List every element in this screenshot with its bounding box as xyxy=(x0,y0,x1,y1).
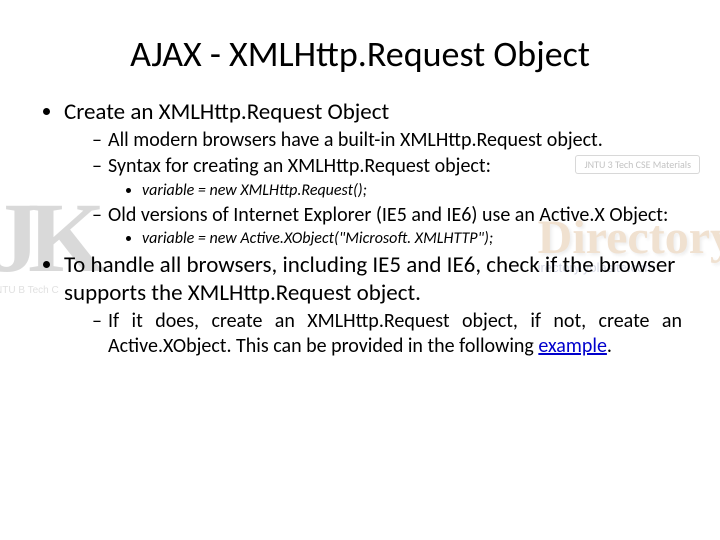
bullet-1-3-text: Old versions of Internet Explorer (IE5 a… xyxy=(108,203,668,227)
bullet-1-3: Old versions of Internet Explorer (IE5 a… xyxy=(92,203,682,249)
bullet-1-text: Create an XMLHttp.Request Object xyxy=(64,98,389,126)
bullet-2-sublist: If it does, create an XMLHttp.Request ob… xyxy=(64,309,682,358)
bullet-list-l1: Create an XMLHttp.Request Object All mod… xyxy=(38,98,682,358)
bullet-1-2: Syntax for creating an XMLHttp.Request o… xyxy=(92,154,682,200)
bullet-1-3-1: variable = new Active.XObject("Microsoft… xyxy=(142,229,682,249)
example-link[interactable]: example xyxy=(538,334,607,358)
bullet-2-text: To handle all browsers, including IE5 an… xyxy=(64,251,675,307)
bullet-1-2-text: Syntax for creating an XMLHttp.Request o… xyxy=(108,154,491,178)
bullet-1-2-1: variable = new XMLHttp.Request(); xyxy=(142,181,682,201)
bullet-2-1-post: . xyxy=(607,334,612,358)
bullet-1-sublist: All modern browsers have a built-in XMLH… xyxy=(64,128,682,249)
bullet-1-3-sublist: variable = new Active.XObject("Microsoft… xyxy=(108,229,682,249)
bullet-1: Create an XMLHttp.Request Object All mod… xyxy=(64,98,682,249)
bullet-1-2-sublist: variable = new XMLHttp.Request(); xyxy=(108,181,682,201)
bullet-2-1: If it does, create an XMLHttp.Request ob… xyxy=(92,309,682,358)
bullet-1-1: All modern browsers have a built-in XMLH… xyxy=(92,128,682,152)
bullet-2: To handle all browsers, including IE5 an… xyxy=(64,251,682,358)
slide-title: AJAX - XMLHttp.Request Object xyxy=(38,32,682,76)
slide-content: AJAX - XMLHttp.Request Object Create an … xyxy=(0,0,720,358)
